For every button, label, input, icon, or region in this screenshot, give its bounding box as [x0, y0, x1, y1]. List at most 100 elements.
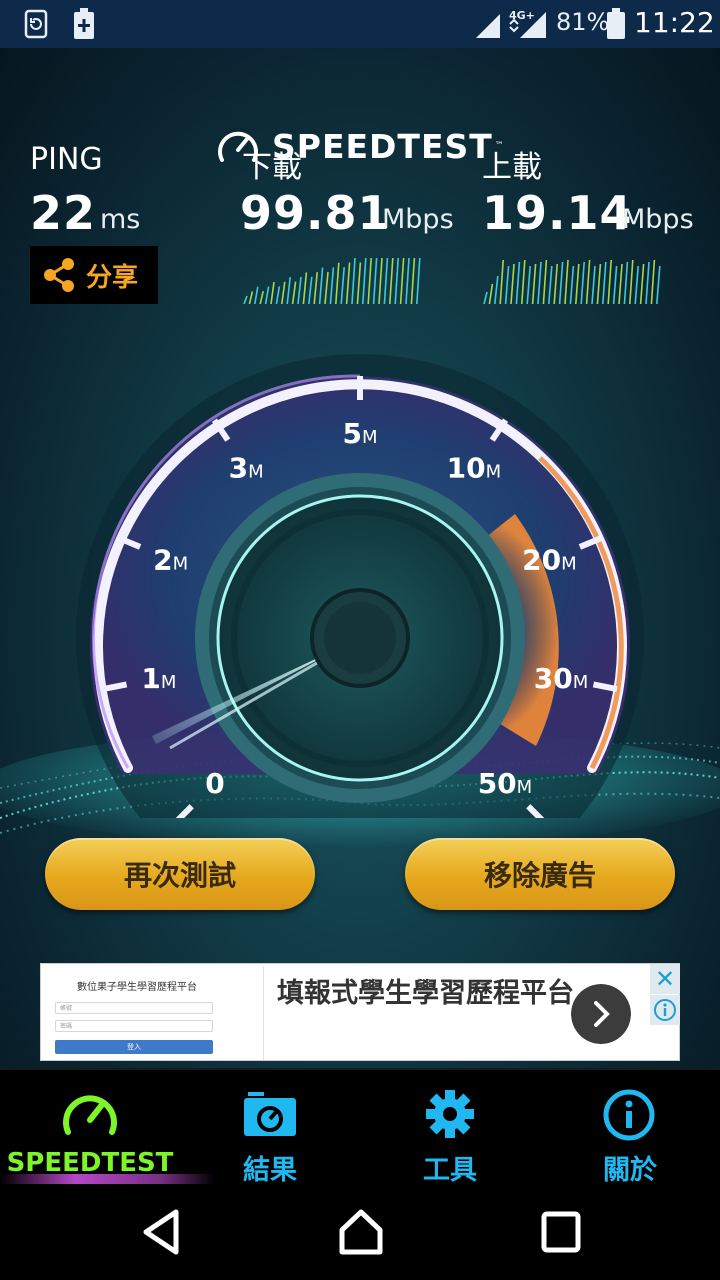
graph-bar [542, 259, 548, 305]
upload-speed-graph [483, 259, 661, 305]
graph-bar [297, 276, 302, 305]
graph-bar [356, 262, 362, 305]
graph-bar [302, 272, 308, 305]
upload-value: 19.14 [482, 186, 633, 240]
graph-bar [650, 259, 656, 305]
graph-bar [558, 261, 564, 305]
remove-ads-button[interactable]: 移除廣告 [405, 838, 675, 910]
share-icon [44, 258, 74, 292]
ad-thumb-field: 帳號 [55, 1002, 213, 1014]
tab-label: 關於 [603, 1155, 657, 1186]
graph-bar [367, 257, 372, 305]
ping-unit: ms [100, 204, 141, 235]
tab-speedtest[interactable]: SPEEDTEST [0, 1070, 180, 1188]
graph-bar [483, 291, 488, 305]
graph-bar [515, 261, 521, 305]
graph-bar [629, 259, 634, 305]
gauge-tick-label: 0 [205, 767, 224, 800]
graph-bar [499, 259, 504, 305]
graph-bar [607, 259, 612, 305]
graph-bar [405, 257, 410, 305]
tab-about[interactable]: 關於 [540, 1070, 720, 1188]
graph-bar [340, 267, 345, 305]
ad-headline[interactable]: 填報式學生學習歷程平台 [277, 974, 577, 1014]
upload-unit: Mbps [622, 204, 694, 235]
graph-bar [564, 259, 569, 305]
graph-bar [623, 261, 629, 305]
ad-close-icon[interactable]: ✕ [650, 964, 680, 994]
graph-bar [569, 265, 575, 305]
graph-bar [591, 265, 596, 305]
tab-label: 工具 [423, 1155, 477, 1186]
battery-plus-icon [74, 8, 94, 39]
tab-results[interactable]: 結果 [180, 1070, 360, 1188]
graph-bar [308, 276, 313, 305]
status-bar: 4G+ 81% 11:22 [0, 0, 720, 48]
graph-bar [504, 265, 510, 305]
sync-icon [24, 9, 48, 39]
graph-bar [362, 257, 367, 305]
graph-bar [645, 261, 650, 305]
ad-banner[interactable]: 數位果子學生學習歷程平台 帳號 密碼 登入 填報式學生學習歷程平台 ✕ [40, 963, 680, 1061]
clock: 11:22 [634, 6, 715, 39]
graph-bar [372, 257, 378, 305]
graph-bar [526, 265, 531, 305]
download-value: 99.81 [240, 186, 391, 240]
graph-bar [335, 262, 340, 305]
speedometer-icon [63, 1095, 117, 1135]
graph-bar [399, 257, 405, 305]
share-button[interactable]: 分享 [30, 246, 158, 304]
speedtest-screen: SPEEDTEST ™ PING 22 ms 下載 99.81 Mbps 上載 … [0, 48, 720, 1068]
graph-bar [494, 275, 499, 305]
graph-bar [281, 281, 286, 305]
ping-label: PING [30, 142, 103, 177]
battery-icon [607, 8, 625, 39]
recent-apps-icon[interactable] [538, 1204, 586, 1260]
speed-gauge: 01M2M3M5M10M20M30M50M [76, 354, 644, 818]
tab-tools[interactable]: 工具 [360, 1070, 540, 1188]
graph-bar [410, 257, 416, 305]
chevron-right-icon[interactable] [571, 984, 631, 1044]
graph-bar [378, 257, 383, 305]
graph-bar [259, 291, 264, 305]
back-icon[interactable] [136, 1204, 186, 1260]
graph-bar [634, 265, 639, 305]
home-icon[interactable] [336, 1204, 386, 1260]
graph-bar [602, 261, 607, 305]
graph-bar [324, 271, 329, 305]
graph-bar [270, 281, 275, 305]
graph-bar [585, 259, 591, 305]
graph-bar [510, 263, 515, 305]
graph-bar [612, 265, 618, 305]
graph-bar [416, 257, 421, 305]
graph-bar [553, 263, 558, 305]
graph-bar [596, 263, 602, 305]
graph-bar [575, 263, 580, 305]
info-icon [603, 1089, 655, 1141]
graph-bar [521, 259, 526, 305]
graph-bar [394, 257, 399, 305]
bottom-tab-bar: SPEEDTEST 結果 工具 關於 [0, 1068, 720, 1188]
graph-bar [488, 283, 494, 305]
download-unit: Mbps [382, 204, 454, 235]
graph-bar [264, 286, 270, 305]
graph-bar [537, 261, 542, 305]
download-speed-graph [243, 257, 421, 305]
battery-percent: 81% [556, 8, 610, 36]
retest-button[interactable]: 再次測試 [45, 838, 315, 910]
gear-icon [426, 1090, 474, 1138]
download-label: 下載 [242, 150, 302, 185]
graph-bar [580, 261, 585, 305]
graph-bar [291, 281, 297, 305]
graph-bar [531, 263, 537, 305]
results-folder-icon [244, 1092, 296, 1136]
ad-thumb-title: 數位果子學生學習歷程平台 [77, 982, 197, 993]
graph-bar [313, 272, 318, 305]
signal-icon: 4G+ [476, 9, 546, 38]
graph-bar [248, 291, 254, 305]
upload-label: 上載 [482, 150, 542, 185]
ad-info-icon[interactable] [650, 995, 680, 1025]
graph-bar [286, 277, 291, 305]
graph-bar [618, 263, 623, 305]
ad-thumbnail: 數位果子學生學習歷程平台 帳號 密碼 登入 [43, 966, 264, 1060]
